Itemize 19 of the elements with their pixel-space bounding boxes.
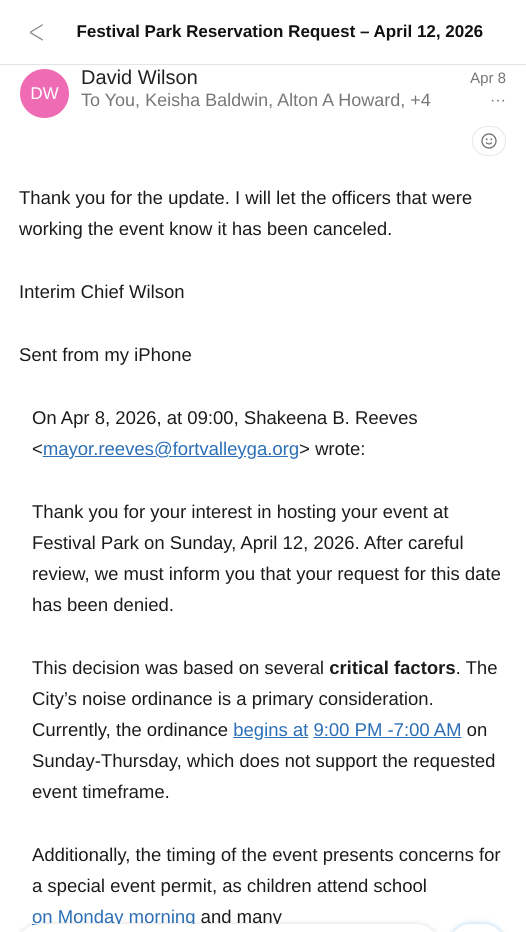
email-link[interactable]: 9:00 PM -7:00 AM: [313, 719, 462, 740]
email-paragraph: Interim Chief Wilson: [19, 280, 186, 304]
email-link[interactable]: mayor.reeves@fortvalleyga.org: [42, 438, 300, 459]
avatar: DW: [20, 69, 69, 118]
email-paragraph: Sent from my iPhone: [19, 343, 193, 367]
email-subject: Festival Park Reservation Request – April 12, 2026: [76, 22, 484, 42]
email-paragraph: On Apr 8, 2026, at 09:00, Shakeena B. Reeves <mayor.reeves@fortvalleyga.org> wrote:: [32, 406, 419, 461]
email-link[interactable]: on Monday morning: [32, 906, 196, 927]
email-paragraph: Thank you for the update. I will let the officers that were working the event know it has been canceled.: [19, 186, 474, 241]
email-paragraph: This decision was based on several critical factors. The City’s noise ordinance is a primary consideration. Currently, the ordinance begins at 9:00 PM -7:00 AM on Sunday-Thursday, which does not support the requested event timeframe.: [32, 656, 498, 804]
message-date: Apr 8: [470, 70, 506, 87]
reaction-button[interactable]: [472, 126, 506, 156]
email-paragraph: Thank you for your interest in hosting your event at Festival Park on Sunday, April 12, 2026. After careful review, we must inform you that your request for this date has been denied.: [32, 500, 502, 617]
more-button[interactable]: ···: [490, 92, 506, 110]
smiley-icon: [481, 133, 497, 149]
sender-name: David Wilson: [81, 67, 198, 90]
email-link[interactable]: begins at: [233, 719, 308, 740]
back-button[interactable]: <: [28, 15, 45, 49]
recipients[interactable]: To You, Keisha Baldwin, Alton A Howard, +4: [81, 90, 431, 111]
